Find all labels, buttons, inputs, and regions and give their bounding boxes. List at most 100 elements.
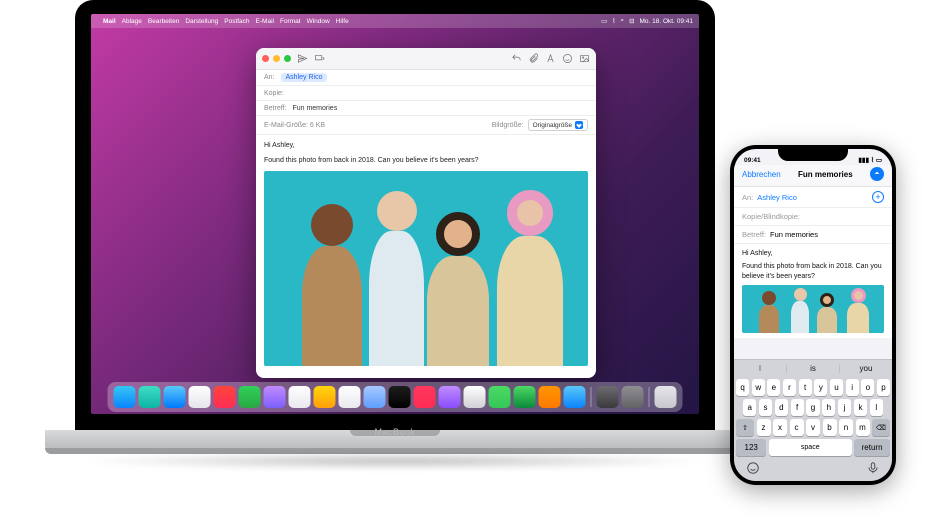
menu-postfach[interactable]: Postfach (224, 18, 249, 25)
dock-app-8[interactable] (314, 386, 336, 408)
menu-window[interactable]: Window (307, 18, 330, 25)
iphone-subject-field[interactable]: Betreff: Fun memories (734, 226, 892, 244)
dock-app-12[interactable] (414, 386, 436, 408)
menu-ablage[interactable]: Ablage (122, 18, 142, 25)
key-r[interactable]: r (783, 379, 796, 396)
close-button[interactable] (262, 55, 269, 62)
to-field[interactable]: An: Ashley Rico (256, 70, 596, 86)
predict-3[interactable]: you (840, 364, 892, 373)
menu-email[interactable]: E-Mail (256, 18, 274, 25)
add-recipient-button[interactable]: + (872, 191, 884, 203)
status-icons: ▮▮▮ ⌇ ▭ (858, 156, 882, 164)
reply-icon[interactable] (510, 53, 522, 65)
search-icon[interactable]: ⌕ (620, 17, 624, 25)
key-t[interactable]: t (799, 379, 812, 396)
compose-body[interactable]: Hi Ashley, Found this photo from back in… (256, 135, 596, 372)
key-y[interactable]: y (814, 379, 827, 396)
menu-bearbeiten[interactable]: Bearbeiten (148, 18, 179, 25)
iphone-attached-photo[interactable] (742, 285, 884, 333)
key-u[interactable]: u (830, 379, 843, 396)
format-icon[interactable] (544, 53, 556, 65)
dock-app-4[interactable] (214, 386, 236, 408)
header-dropdown-icon[interactable] (313, 53, 325, 65)
key-h[interactable]: h (822, 399, 835, 416)
dock-app-15[interactable] (489, 386, 511, 408)
menu-hilfe[interactable]: Hilfe (336, 18, 349, 25)
key-w[interactable]: w (752, 379, 765, 396)
dock-app-2[interactable] (164, 386, 186, 408)
key-q[interactable]: q (736, 379, 749, 396)
dock-app-11[interactable] (389, 386, 411, 408)
dock-app-13[interactable] (439, 386, 461, 408)
attach-icon[interactable] (527, 53, 539, 65)
cancel-button[interactable]: Abbrechen (742, 170, 781, 179)
dock-app-18[interactable] (564, 386, 586, 408)
dock-app-6[interactable] (264, 386, 286, 408)
iphone-ccbcc-field[interactable]: Kopie/Blindkopie: (734, 208, 892, 226)
menu-format[interactable]: Format (280, 18, 301, 25)
iphone-compose-body[interactable]: Hi Ashley, Found this photo from back in… (734, 244, 892, 338)
menubar-app-name[interactable]: Mail (103, 18, 116, 25)
dictation-icon[interactable] (866, 461, 880, 477)
numbers-key[interactable]: 123 (736, 439, 766, 456)
zoom-button[interactable] (284, 55, 291, 62)
menubar-datetime[interactable]: Mo. 18. Okt. 09:41 (640, 18, 693, 25)
predict-2[interactable]: is (787, 364, 840, 373)
shift-key[interactable]: ⇧ (736, 419, 754, 436)
iphone-keyboard: I is you qwertyuiop asdfghjkl ⇧ zxcvbnm⌫… (734, 359, 892, 481)
key-s[interactable]: s (759, 399, 772, 416)
dock-app-3[interactable] (189, 386, 211, 408)
subject-field[interactable]: Betreff: Fun memories (256, 101, 596, 116)
key-a[interactable]: a (743, 399, 756, 416)
key-f[interactable]: f (791, 399, 804, 416)
dock-app-17[interactable] (539, 386, 561, 408)
dock-app-20[interactable] (622, 386, 644, 408)
key-m[interactable]: m (856, 419, 870, 436)
dock-trash[interactable] (655, 386, 677, 408)
key-d[interactable]: d (775, 399, 788, 416)
iphone-notch (778, 149, 848, 161)
key-e[interactable]: e (767, 379, 780, 396)
dock-app-16[interactable] (514, 386, 536, 408)
cc-field[interactable]: Kopie: (256, 86, 596, 101)
wifi-icon[interactable]: ⌇ (612, 17, 615, 25)
send-icon[interactable] (296, 53, 308, 65)
key-c[interactable]: c (790, 419, 804, 436)
return-key[interactable]: return (854, 439, 890, 456)
battery-icon[interactable]: ▭ (601, 17, 607, 25)
iphone-to-field[interactable]: An: Ashley Rico + (734, 187, 892, 208)
key-x[interactable]: x (773, 419, 787, 436)
menu-darstellung[interactable]: Darstellung (185, 18, 218, 25)
emoji-icon[interactable] (561, 53, 573, 65)
dock-app-14[interactable] (464, 386, 486, 408)
minimize-button[interactable] (273, 55, 280, 62)
key-k[interactable]: k (854, 399, 867, 416)
key-o[interactable]: o (861, 379, 874, 396)
control-center-icon[interactable]: ⊟ (629, 17, 634, 25)
dock-app-0[interactable] (114, 386, 136, 408)
key-i[interactable]: i (846, 379, 859, 396)
key-b[interactable]: b (823, 419, 837, 436)
send-button[interactable] (870, 167, 884, 181)
backspace-key[interactable]: ⌫ (872, 419, 890, 436)
dock-app-9[interactable] (339, 386, 361, 408)
imagesize-select[interactable]: Originalgröße (528, 119, 588, 131)
key-j[interactable]: j (838, 399, 851, 416)
emoji-keyboard-icon[interactable] (746, 461, 760, 477)
key-l[interactable]: l (870, 399, 883, 416)
predict-1[interactable]: I (734, 364, 787, 373)
dock-app-7[interactable] (289, 386, 311, 408)
photo-browser-icon[interactable] (578, 53, 590, 65)
space-key[interactable]: space (769, 439, 852, 456)
recipient-pill[interactable]: Ashley Rico (281, 73, 328, 82)
key-v[interactable]: v (806, 419, 820, 436)
dock-app-10[interactable] (364, 386, 386, 408)
key-p[interactable]: p (877, 379, 890, 396)
dock-app-19[interactable] (597, 386, 619, 408)
dock-app-1[interactable] (139, 386, 161, 408)
dock-app-5[interactable] (239, 386, 261, 408)
key-n[interactable]: n (839, 419, 853, 436)
key-g[interactable]: g (806, 399, 819, 416)
attached-photo[interactable] (264, 171, 588, 366)
key-z[interactable]: z (757, 419, 771, 436)
